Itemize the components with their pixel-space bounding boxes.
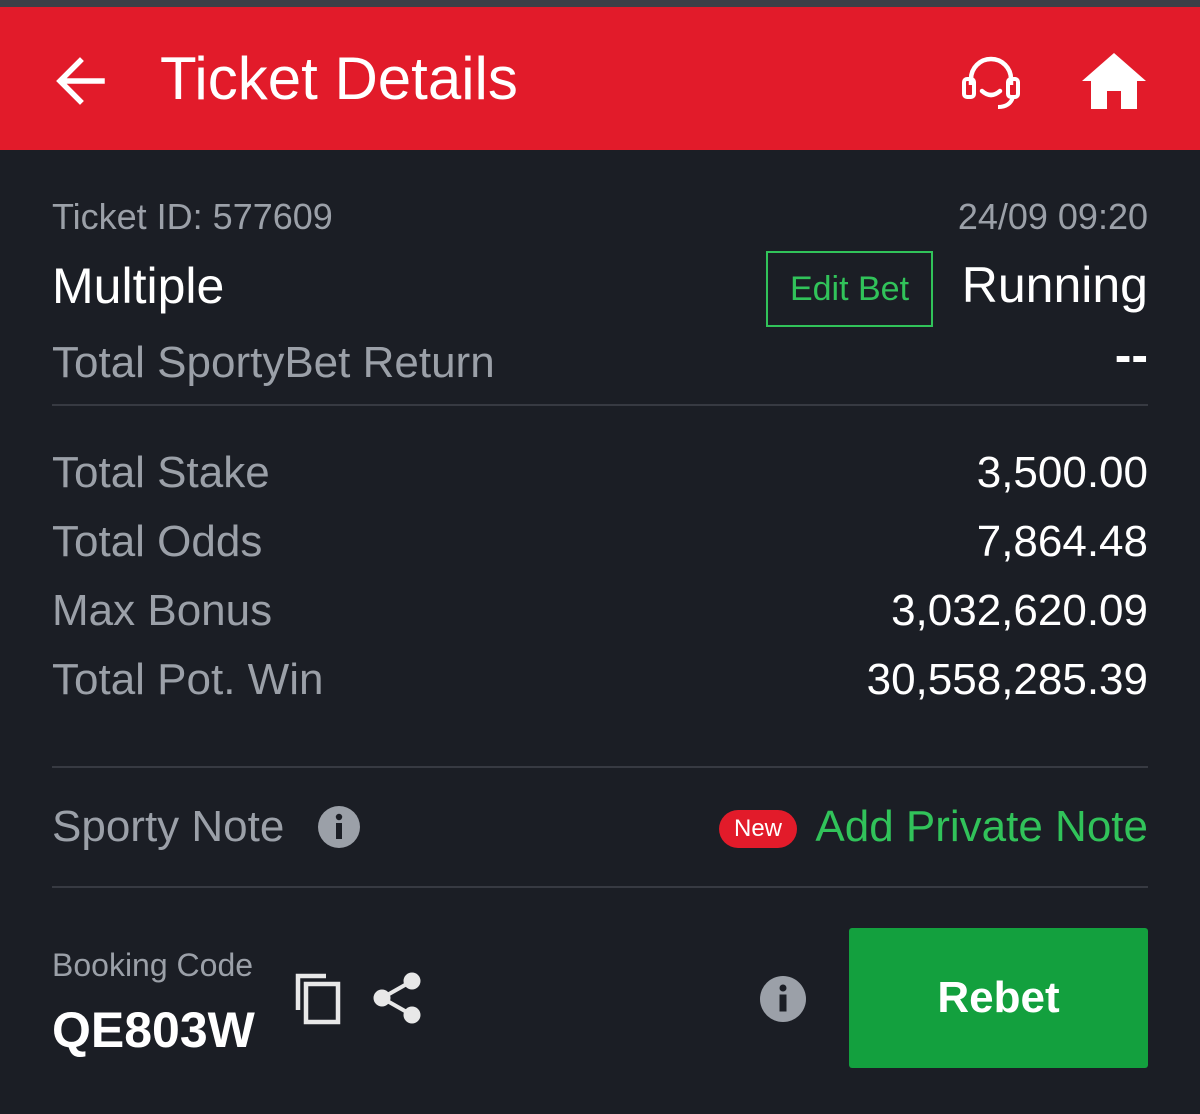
total-pot-win-label: Total Pot. Win [52,655,324,704]
total-stake-value: 3,500.00 [976,448,1148,497]
new-badge: New [719,810,797,848]
edit-bet-button[interactable]: Edit Bet [766,251,933,327]
ticket-datetime: 24/09 09:20 [957,196,1148,237]
ticket-status: Running [961,257,1148,313]
booking-code: QE803W [52,1002,255,1058]
bet-type: Multiple [52,258,225,314]
total-pot-win-value: 30,558,285.39 [866,655,1148,704]
share-icon[interactable] [370,970,424,1026]
ticket-id: Ticket ID: 577609 [52,196,333,237]
divider [52,404,1148,406]
divider [52,766,1148,768]
return-label: Total SportyBet Return [52,338,495,387]
divider [52,886,1148,888]
total-stake-label: Total Stake [52,448,270,497]
arrow-left-icon[interactable] [52,53,108,109]
copy-icon[interactable] [292,970,344,1026]
home-icon[interactable] [1080,51,1148,111]
info-icon[interactable] [760,976,806,1022]
page-title: Ticket Details [160,45,518,112]
add-private-note-link[interactable]: Add Private Note [815,802,1148,852]
total-odds-label: Total Odds [52,517,263,566]
status-bar-strip [0,0,1200,7]
booking-code-label: Booking Code [52,947,254,983]
info-icon[interactable] [318,806,360,848]
return-value: -- [1114,327,1148,383]
headset-icon[interactable] [958,49,1024,115]
total-odds-value: 7,864.48 [976,517,1148,566]
sporty-note-label: Sporty Note [52,802,285,851]
rebet-button[interactable]: Rebet [849,928,1148,1068]
max-bonus-label: Max Bonus [52,586,273,635]
max-bonus-value: 3,032,620.09 [891,586,1148,635]
app-header: Ticket Details [0,7,1200,150]
